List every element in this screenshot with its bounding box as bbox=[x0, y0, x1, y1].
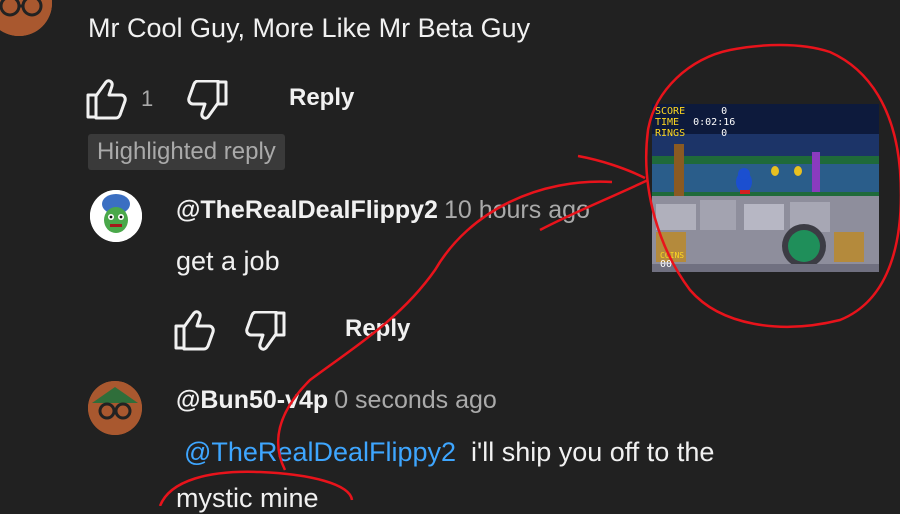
reply-text-line1: i'll ship you off to the bbox=[471, 437, 715, 467]
hud-time-value: 0:02:16 bbox=[693, 117, 736, 128]
reply-timestamp[interactable]: 0 seconds ago bbox=[334, 386, 497, 414]
thumbs-down-icon bbox=[245, 310, 286, 351]
reply-button[interactable]: Reply bbox=[345, 315, 410, 343]
thumbs-down-icon bbox=[187, 79, 228, 120]
reply-timestamp[interactable]: 10 hours ago bbox=[444, 196, 590, 224]
hud-rings-value: 0 bbox=[721, 128, 728, 139]
mention-link[interactable]: @TheRealDealFlippy2 bbox=[184, 437, 456, 467]
reply-text: @TheRealDealFlippy2 i'll ship you off to… bbox=[184, 437, 714, 468]
reply-text-line2: mystic mine bbox=[176, 483, 319, 513]
comment-text: Mr Cool Guy, More Like Mr Beta Guy bbox=[88, 13, 531, 43]
avatar-glasses-icon bbox=[88, 381, 142, 435]
avatar-character-icon bbox=[90, 190, 142, 242]
reply-author-line: @TheRealDealFlippy2 10 hours ago bbox=[176, 196, 590, 225]
like-button[interactable] bbox=[84, 77, 128, 121]
hud-rings-label: RINGS bbox=[655, 128, 686, 139]
avatar[interactable] bbox=[88, 381, 142, 435]
game-hud: SCORE 0 TIME 0:02:16 RINGS 0 bbox=[655, 106, 735, 139]
hud-score-label: SCORE bbox=[655, 106, 686, 117]
highlighted-reply-badge: Highlighted reply bbox=[88, 134, 285, 170]
hud-score-value: 0 bbox=[721, 106, 728, 117]
dislike-button[interactable] bbox=[186, 79, 230, 124]
avatar[interactable] bbox=[90, 190, 142, 242]
reply-author-line: @Bun50-v4p 0 seconds ago bbox=[176, 386, 497, 415]
hud-time-label: TIME bbox=[655, 117, 680, 128]
avatar-glasses-icon bbox=[0, 0, 52, 36]
reply-button[interactable]: Reply bbox=[289, 84, 354, 112]
like-button[interactable] bbox=[172, 308, 216, 352]
like-count: 1 bbox=[141, 86, 154, 111]
avatar[interactable] bbox=[0, 0, 52, 36]
reply-author[interactable]: @Bun50-v4p bbox=[176, 386, 328, 414]
game-screenshot: SCORE 0 TIME 0:02:16 RINGS 0 COINS 00 bbox=[652, 104, 879, 272]
game-hud-coins: COINS 00 bbox=[660, 251, 684, 270]
reply-text: get a job bbox=[176, 246, 280, 276]
dislike-button[interactable] bbox=[244, 310, 288, 355]
reply-author[interactable]: @TheRealDealFlippy2 bbox=[176, 196, 438, 224]
thumbs-up-icon bbox=[174, 310, 215, 351]
hud-coins-value: 00 bbox=[660, 259, 673, 270]
thumbs-up-icon bbox=[86, 79, 127, 120]
